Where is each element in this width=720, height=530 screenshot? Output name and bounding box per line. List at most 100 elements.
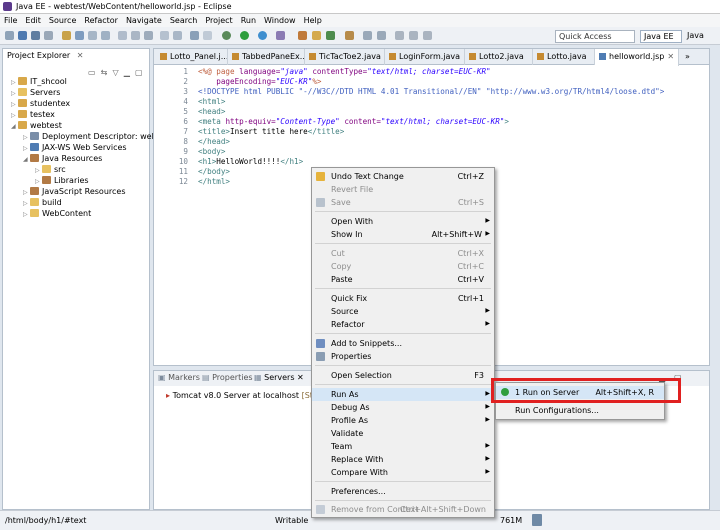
- trash-icon[interactable]: [532, 514, 542, 526]
- forward-icon[interactable]: [423, 31, 432, 40]
- menu-revert-file[interactable]: Revert File: [312, 183, 494, 196]
- tree-item[interactable]: ▷ Servers: [11, 88, 60, 99]
- expand-arrow-icon[interactable]: ▷: [35, 178, 42, 185]
- menu-debug-as[interactable]: Debug As ▶: [312, 401, 494, 414]
- menu-help[interactable]: Help: [300, 14, 326, 25]
- open-task-icon[interactable]: [345, 31, 354, 40]
- menu-window[interactable]: Window: [260, 14, 300, 25]
- new-class-icon[interactable]: [326, 31, 335, 40]
- new-icon[interactable]: [5, 31, 14, 40]
- maximize-icon[interactable]: ▢: [135, 68, 143, 77]
- outdent-icon[interactable]: [144, 31, 153, 40]
- menu-run[interactable]: Run: [237, 14, 260, 25]
- menu-save[interactable]: Save Ctrl+S: [312, 196, 494, 209]
- menu-search[interactable]: Search: [166, 14, 201, 25]
- new-package-icon[interactable]: [312, 31, 321, 40]
- indent-icon[interactable]: [131, 31, 140, 40]
- menu-open-with[interactable]: Open With ▶: [312, 215, 494, 228]
- tree-item[interactable]: ▷ build: [23, 198, 62, 209]
- tree-item[interactable]: ▷ studentex: [11, 99, 70, 110]
- menu-edit[interactable]: Edit: [21, 14, 45, 25]
- tab-properties[interactable]: ▤ Properties: [202, 373, 253, 382]
- expand-arrow-icon[interactable]: ▷: [23, 145, 30, 152]
- menu-run-configurations[interactable]: Run Configurations...: [496, 404, 664, 417]
- menu-replace-with[interactable]: Replace With ▶: [312, 453, 494, 466]
- expand-arrow-icon[interactable]: ▷: [11, 79, 18, 86]
- perspective-java[interactable]: Java: [684, 30, 718, 43]
- publish-icon[interactable]: [203, 31, 212, 40]
- comment-icon[interactable]: [160, 31, 169, 40]
- overflow-icon[interactable]: »: [685, 52, 690, 61]
- toggle-mark-icon[interactable]: [88, 31, 97, 40]
- tree-item[interactable]: ▷ src: [35, 165, 66, 176]
- expand-arrow-icon[interactable]: ▷: [23, 211, 30, 218]
- tab-servers[interactable]: ▦ Servers ✕: [254, 373, 304, 382]
- menu-preferences[interactable]: Preferences...: [312, 485, 494, 498]
- tree-item[interactable]: ◢ webtest: [11, 121, 62, 132]
- menu-file[interactable]: File: [0, 14, 21, 25]
- tab-markers[interactable]: ▣ Markers: [158, 373, 200, 382]
- menu-remove-from-context[interactable]: Remove from Context Ctrl+Alt+Shift+Down: [312, 503, 494, 516]
- expand-arrow-icon[interactable]: ▷: [35, 167, 42, 174]
- tab-lotto-panel[interactable]: Lotto_Panel.j...: [156, 49, 228, 65]
- menu-paste[interactable]: Paste Ctrl+V: [312, 273, 494, 286]
- menu-project[interactable]: Project: [201, 14, 236, 25]
- perspective-java-ee[interactable]: Java EE: [640, 30, 682, 43]
- minimize-icon[interactable]: ▁: [124, 68, 130, 77]
- close-tab-icon[interactable]: ✕: [667, 52, 674, 61]
- format-icon[interactable]: [118, 31, 127, 40]
- save-icon[interactable]: [18, 31, 27, 40]
- back-icon[interactable]: [409, 31, 418, 40]
- view-menu-icon[interactable]: ▽: [112, 68, 118, 77]
- close-icon[interactable]: ✕: [77, 51, 84, 60]
- print-icon[interactable]: [44, 31, 53, 40]
- tab-tictactoe2[interactable]: TicTacToe2.java: [305, 49, 385, 65]
- tree-item[interactable]: ▷ IT_shcool: [11, 77, 67, 88]
- project-explorer-tab[interactable]: Project Explorer ✕: [3, 49, 88, 64]
- menu-undo-text-change[interactable]: Undo Text Change Ctrl+Z: [312, 170, 494, 183]
- tab-lotto[interactable]: Lotto.java: [533, 49, 595, 65]
- server-icon[interactable]: [190, 31, 199, 40]
- debug-icon[interactable]: [222, 31, 231, 40]
- menu-show-in[interactable]: Show In Alt+Shift+W ▶: [312, 228, 494, 241]
- expand-arrow-icon[interactable]: ▷: [11, 90, 18, 97]
- menu-refactor[interactable]: Refactor: [80, 14, 122, 25]
- expand-arrow-icon[interactable]: ▷: [23, 189, 30, 196]
- menu-compare-with[interactable]: Compare With ▶: [312, 466, 494, 479]
- open-type-icon[interactable]: [62, 31, 71, 40]
- run-icon[interactable]: [240, 31, 249, 40]
- tab-lotto2[interactable]: Lotto2.java: [465, 49, 533, 65]
- menu-team[interactable]: Team ▶: [312, 440, 494, 453]
- tree-item[interactable]: ▷ testex: [11, 110, 55, 121]
- tab-helloworld-jsp[interactable]: helloworld.jsp ✕: [595, 49, 679, 66]
- expand-arrow-icon[interactable]: ▷: [23, 200, 30, 207]
- menu-properties[interactable]: Properties: [312, 350, 494, 363]
- menu-source[interactable]: Source: [45, 14, 80, 25]
- collapse-arrow-icon[interactable]: ◢: [11, 123, 18, 130]
- coverage-icon[interactable]: [258, 31, 267, 40]
- last-edit-icon[interactable]: [395, 31, 404, 40]
- search-icon[interactable]: [75, 31, 84, 40]
- menu-quick-fix[interactable]: Quick Fix Ctrl+1: [312, 292, 494, 305]
- menu-open-selection[interactable]: Open Selection F3: [312, 369, 494, 382]
- expand-arrow-icon[interactable]: ▷: [23, 134, 30, 141]
- menu-copy[interactable]: Copy Ctrl+C: [312, 260, 494, 273]
- tree-item[interactable]: ▷ Libraries: [35, 176, 89, 187]
- menu-cut[interactable]: Cut Ctrl+X: [312, 247, 494, 260]
- tree-item[interactable]: ◢ Java Resources: [23, 154, 102, 165]
- previous-annotation-icon[interactable]: [377, 31, 386, 40]
- tab-overflow[interactable]: »: [681, 49, 707, 65]
- expand-arrow-icon[interactable]: ▷: [11, 101, 18, 108]
- menu-source[interactable]: Source ▶: [312, 305, 494, 318]
- menu-run-as[interactable]: Run As ▶: [312, 388, 494, 401]
- tree-item[interactable]: ▷ Deployment Descriptor: webtes: [23, 132, 169, 143]
- collapse-arrow-icon[interactable]: ◢: [23, 156, 30, 163]
- save-all-icon[interactable]: [31, 31, 40, 40]
- server-entry[interactable]: ▸ Tomcat v8.0 Server at localhost [Stopp: [166, 391, 328, 400]
- menu-navigate[interactable]: Navigate: [122, 14, 166, 25]
- block-selection-icon[interactable]: [101, 31, 110, 40]
- expand-arrow-icon[interactable]: ▷: [11, 112, 18, 119]
- tree-item[interactable]: ▷ JavaScript Resources: [23, 187, 126, 198]
- tree-item[interactable]: ▷ JAX-WS Web Services: [23, 143, 127, 154]
- next-annotation-icon[interactable]: [363, 31, 372, 40]
